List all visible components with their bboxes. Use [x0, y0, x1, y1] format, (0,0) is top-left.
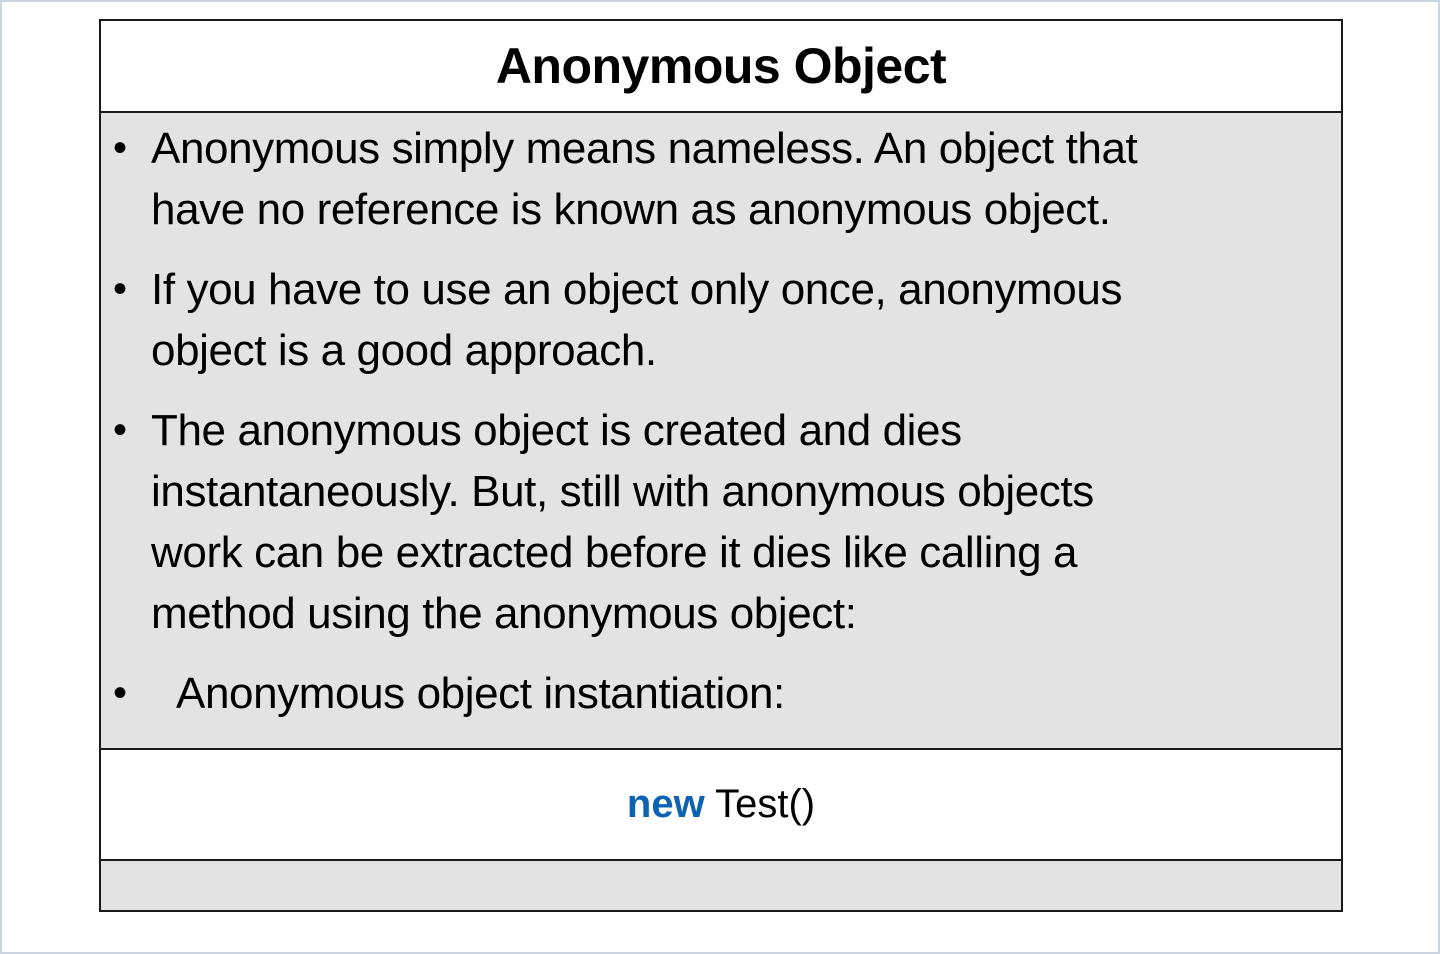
- bullet-dot: •: [113, 408, 128, 452]
- title-cell: Anonymous Object: [101, 21, 1341, 113]
- bullet-text: Anonymous object instantiation:: [176, 669, 785, 718]
- bullet-dot: •: [113, 671, 128, 715]
- code-example: new Test(): [627, 782, 815, 827]
- bullet-list: • Anonymous simply means nameless. An ob…: [101, 113, 1341, 750]
- bullet-dot: •: [113, 267, 128, 311]
- slide-table: Anonymous Object • Anonymous simply mean…: [99, 19, 1343, 912]
- bullet-text: If you have to use an object only once, …: [151, 265, 1123, 375]
- bullet-dot: •: [113, 126, 128, 170]
- code-cell: new Test(): [101, 750, 1341, 861]
- empty-footer-cell: [101, 861, 1341, 910]
- bullet-text: The anonymous object is created and dies…: [151, 406, 1094, 638]
- code-expression: Test(): [704, 782, 816, 826]
- code-keyword: new: [626, 782, 705, 826]
- slide-title: Anonymous Object: [495, 38, 947, 94]
- bullet-text: Anonymous simply means nameless. An obje…: [151, 124, 1138, 234]
